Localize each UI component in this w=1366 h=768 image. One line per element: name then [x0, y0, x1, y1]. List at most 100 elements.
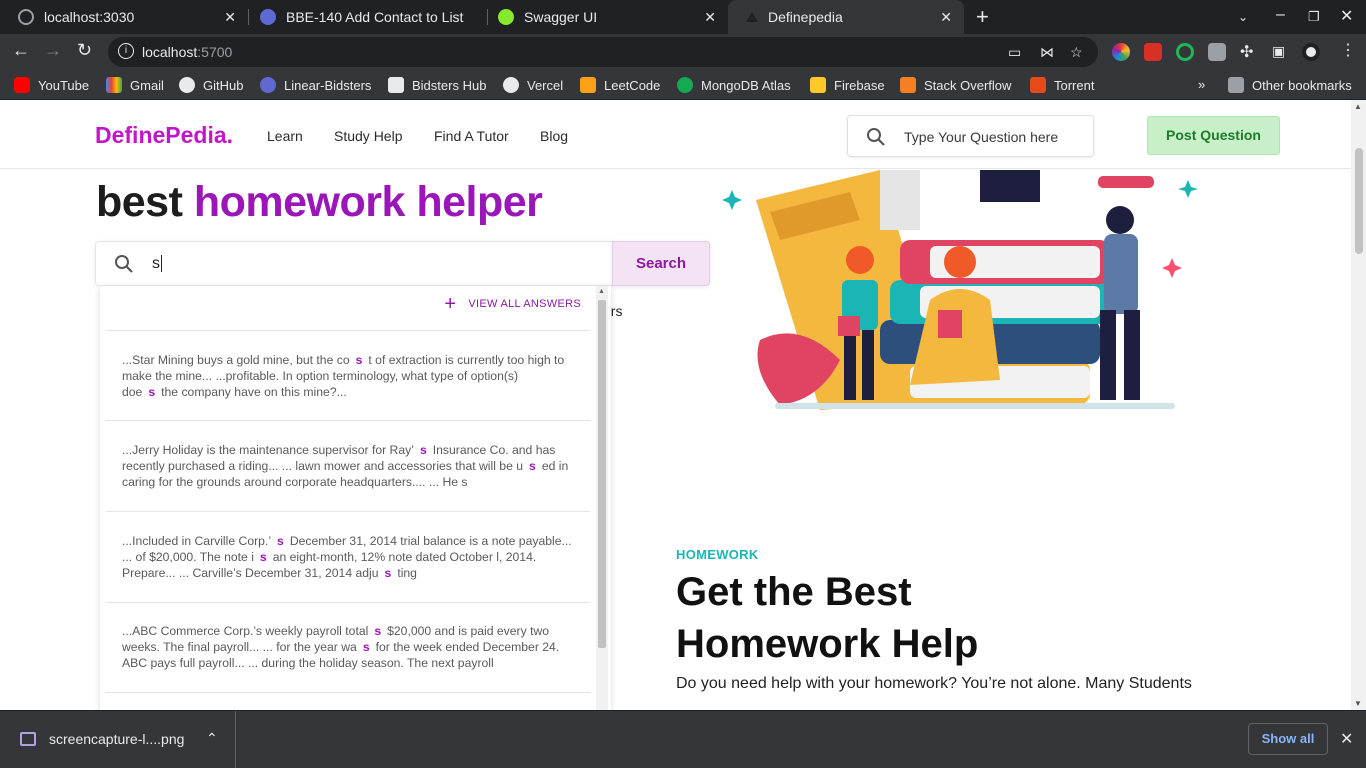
- tab-title: BBE-140 Add Contact to List: [286, 9, 464, 25]
- close-tab-icon[interactable]: ✕: [224, 9, 236, 26]
- more-bookmarks-chevron-icon[interactable]: »: [1198, 77, 1205, 92]
- snippet-text: the company have on this mine?...: [161, 385, 347, 399]
- search-button[interactable]: Search: [612, 241, 710, 286]
- downloads-bar: screencapture-l....png ⌃ Show all ✕: [0, 710, 1366, 768]
- homework-eyebrow: HOMEWORK: [676, 547, 759, 562]
- view-all-answers-link[interactable]: + VIEW ALL ANSWERS: [444, 294, 581, 314]
- search-placeholder: Type Your Question here: [904, 129, 1059, 145]
- download-item[interactable]: screencapture-l....png: [20, 731, 184, 747]
- bookmark-mongodb[interactable]: MongoDB Atlas: [677, 77, 791, 93]
- search-icon: [115, 255, 133, 273]
- sparkle-icon: [1178, 180, 1198, 198]
- bookmark-torrent[interactable]: Torrent: [1030, 77, 1094, 93]
- bookmark-firebase[interactable]: Firebase: [810, 77, 885, 93]
- address-bar[interactable]: i localhost:5700 ▭ ⋈ ☆: [108, 37, 1098, 67]
- maximize-icon[interactable]: ❐: [1308, 9, 1320, 25]
- back-icon[interactable]: ←: [12, 40, 30, 61]
- bookmark-gmail[interactable]: Gmail: [106, 77, 164, 93]
- hero-search-input[interactable]: s: [95, 241, 613, 286]
- divider: [106, 511, 590, 512]
- sparkle-icon: [722, 190, 742, 210]
- color-picker-extension-icon[interactable]: [1112, 43, 1130, 61]
- tab-bbe-140[interactable]: BBE-140 Add Contact to List: [242, 0, 488, 34]
- tab-localhost-3030[interactable]: localhost:3030 ✕: [0, 0, 248, 34]
- notion-icon: [388, 77, 404, 93]
- new-tab-icon[interactable]: +: [976, 4, 989, 30]
- scrollbar-thumb[interactable]: [598, 300, 606, 648]
- tab-definepedia[interactable]: Definepedia ✕: [728, 0, 964, 34]
- hero-illustration: [722, 170, 1198, 410]
- bookmark-bidsters-hub[interactable]: Bidsters Hub: [388, 77, 486, 93]
- homework-description: Do you need help with your homework? You…: [676, 675, 1192, 692]
- post-question-button[interactable]: Post Question: [1147, 116, 1280, 155]
- header-search-input[interactable]: Type Your Question here: [847, 115, 1094, 157]
- nav-learn[interactable]: Learn: [267, 128, 303, 144]
- nav-blog[interactable]: Blog: [540, 128, 568, 144]
- divider: [235, 711, 236, 768]
- tab-title: localhost:3030: [44, 9, 135, 25]
- reader-mode-icon[interactable]: ▭: [1008, 44, 1021, 61]
- homework-title: Get the Best Homework Help: [676, 570, 979, 666]
- snippet-text: ...ABC Commerce Corp.’s weekly payroll t…: [122, 624, 369, 638]
- snippet-text: ...Star Mining buys a gold mine, but the…: [122, 353, 350, 367]
- camera-extension-icon[interactable]: [1208, 43, 1226, 61]
- suggestion-item[interactable]: ...Included in Carville Corp.’ s December …: [122, 533, 577, 581]
- youtube-icon: [14, 77, 30, 93]
- swagger-icon: [498, 9, 514, 25]
- match-highlight: s: [277, 534, 284, 548]
- nav-study-help[interactable]: Study Help: [334, 128, 402, 144]
- close-downloads-icon[interactable]: ✕: [1340, 729, 1353, 749]
- minimize-icon[interactable]: –: [1276, 6, 1285, 24]
- close-tab-icon[interactable]: ✕: [940, 9, 952, 26]
- linear-icon: [260, 77, 276, 93]
- reload-icon[interactable]: ↻: [77, 40, 92, 61]
- tab-swagger[interactable]: Swagger UI ✕: [480, 0, 728, 34]
- other-bookmarks[interactable]: Other bookmarks: [1228, 77, 1352, 93]
- divider: [106, 692, 590, 693]
- suggestion-item[interactable]: ...Jerry Holiday is the maintenance supe…: [122, 442, 577, 490]
- bookmark-vercel[interactable]: Vercel: [503, 77, 563, 93]
- linear-icon: [260, 9, 276, 25]
- scrollbar-thumb[interactable]: [1355, 148, 1363, 254]
- folder-icon: [1228, 77, 1244, 93]
- suggestion-item[interactable]: ...ABC Commerce Corp.’s weekly payroll t…: [122, 623, 577, 671]
- forward-icon[interactable]: →: [44, 40, 62, 61]
- nav-find-a-tutor[interactable]: Find A Tutor: [434, 128, 509, 144]
- site-header: DefinePedia. Learn Study Help Find A Tut…: [0, 100, 1351, 169]
- match-highlight: s: [384, 566, 392, 580]
- show-all-button[interactable]: Show all: [1248, 723, 1328, 755]
- extensions-puzzle-icon[interactable]: ✣: [1240, 42, 1253, 62]
- tab-search-chevron-icon[interactable]: ⌄: [1238, 10, 1248, 24]
- search-icon: [867, 128, 885, 146]
- site-info-icon[interactable]: i: [118, 43, 134, 59]
- match-highlight: s: [419, 443, 427, 457]
- match-highlight: s: [362, 640, 370, 654]
- search-value: s: [152, 255, 162, 273]
- bookmark-youtube[interactable]: YouTube: [14, 77, 89, 93]
- side-panel-icon[interactable]: ▣: [1272, 43, 1285, 60]
- extension-icon[interactable]: [1144, 43, 1162, 61]
- bookmark-leetcode[interactable]: LeetCode: [580, 77, 660, 93]
- divider: [106, 420, 590, 421]
- page-viewport: y best homework helper ors HOMEWORK: [0, 100, 1351, 710]
- close-window-icon[interactable]: ✕: [1340, 6, 1353, 26]
- profile-avatar[interactable]: [1302, 43, 1320, 61]
- share-icon[interactable]: ⋈: [1040, 44, 1054, 61]
- suggestion-item[interactable]: ...Star Mining buys a gold mine, but the…: [122, 352, 577, 400]
- bookmark-star-icon[interactable]: ☆: [1070, 44, 1083, 61]
- page-scrollbar[interactable]: ▲ ▼: [1351, 100, 1366, 710]
- scroll-up-arrow-icon[interactable]: ▲: [598, 288, 605, 295]
- bookmark-stack-overflow[interactable]: Stack Overflow: [900, 77, 1011, 93]
- dropdown-scrollbar[interactable]: ▲: [596, 286, 608, 710]
- mongodb-icon: [677, 77, 693, 93]
- definepedia-favicon-icon: [746, 12, 758, 22]
- site-logo[interactable]: DefinePedia.: [95, 122, 233, 149]
- close-tab-icon[interactable]: ✕: [704, 9, 716, 26]
- scroll-up-arrow-icon[interactable]: ▲: [1354, 102, 1362, 111]
- menu-kebab-icon[interactable]: ⋮: [1340, 40, 1356, 60]
- bookmark-github[interactable]: GitHub: [179, 77, 243, 93]
- bookmark-linear[interactable]: Linear-Bidsters: [260, 77, 371, 93]
- scroll-down-arrow-icon[interactable]: ▼: [1354, 699, 1362, 708]
- chevron-up-icon[interactable]: ⌃: [206, 730, 218, 747]
- extension-icon[interactable]: [1176, 43, 1194, 61]
